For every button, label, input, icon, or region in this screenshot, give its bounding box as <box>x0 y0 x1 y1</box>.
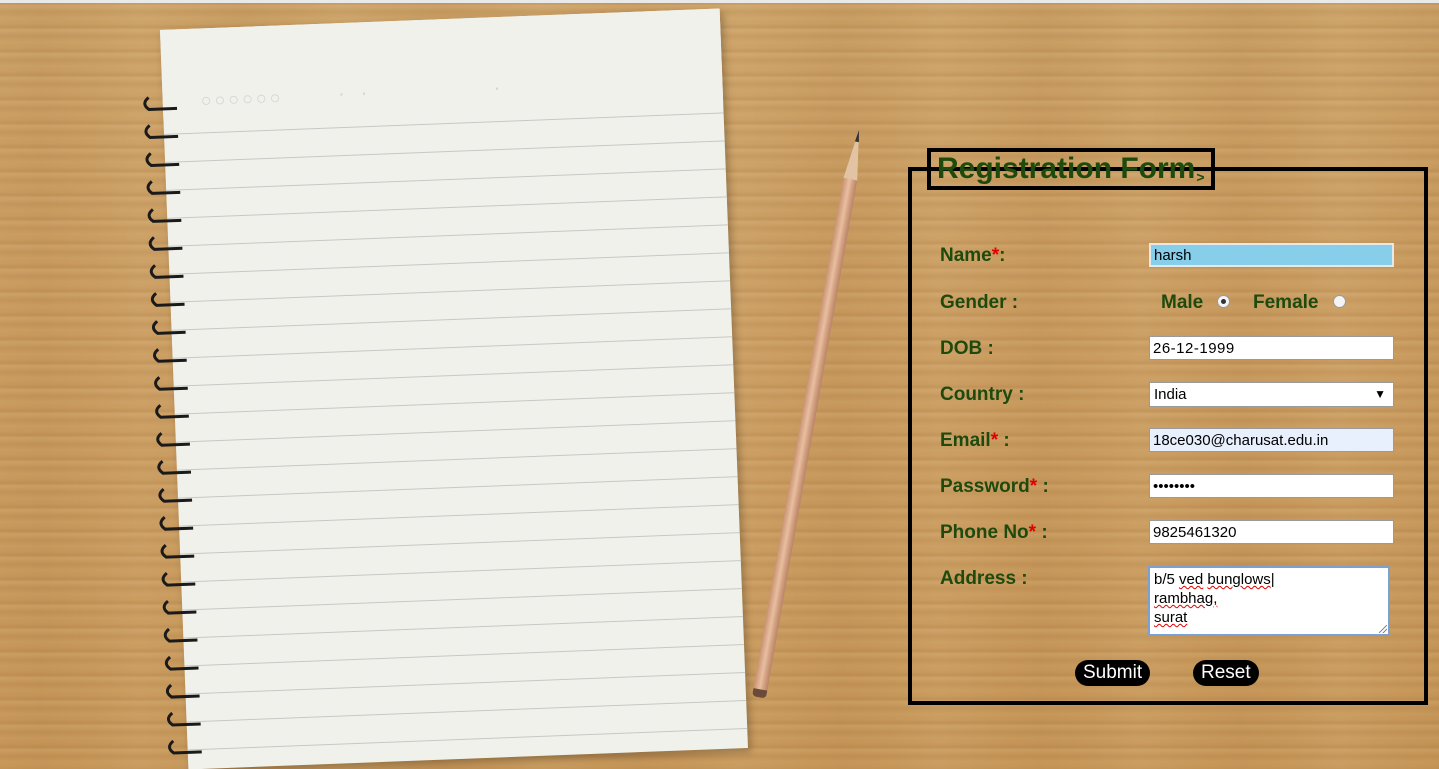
gender-option-female-label: Female <box>1253 292 1319 313</box>
password-input[interactable] <box>1149 474 1394 498</box>
email-input[interactable] <box>1149 428 1394 452</box>
address-label: Address : <box>940 568 1028 589</box>
submit-button[interactable]: Submit <box>1075 660 1151 686</box>
notebook-image: ○○○○○○ ‧ ‧ ‧ <box>143 8 748 769</box>
pencil-end <box>752 688 768 699</box>
gender-radio-female[interactable] <box>1333 295 1346 308</box>
address-line-1: b/5 ved bunglows| <box>1154 571 1275 588</box>
country-label: Country : <box>940 384 1025 405</box>
dob-label: DOB : <box>940 338 994 359</box>
required-mark: * <box>1028 522 1037 543</box>
gender-label: Gender : <box>940 292 1019 313</box>
country-selected-value: India <box>1154 386 1187 403</box>
email-label: Email* : <box>940 430 1010 451</box>
notebook-spiral <box>143 96 202 755</box>
window-top-edge <box>0 0 1439 3</box>
name-input[interactable] <box>1149 243 1394 267</box>
gender-radio-male[interactable] <box>1217 295 1230 308</box>
phone-label: Phone No* : <box>940 522 1048 543</box>
required-mark: * <box>990 430 999 451</box>
phone-input[interactable] <box>1149 520 1394 544</box>
form-legend: Registration Form> <box>927 148 1215 190</box>
gender-option-male-label: Male <box>1161 292 1204 313</box>
notebook-date-header: ○○○○○○ ‧ ‧ ‧ <box>200 80 504 113</box>
address-line-3: surat <box>1154 609 1188 626</box>
resize-handle-icon[interactable] <box>1379 625 1387 633</box>
legend-arrow-icon: > <box>1196 169 1205 185</box>
password-label: Password* : <box>940 476 1049 497</box>
name-label: Name*: <box>940 245 1006 266</box>
reset-button[interactable]: Reset <box>1193 660 1259 686</box>
pencil-image <box>751 128 866 703</box>
form-title: Registration Form <box>937 152 1196 185</box>
address-textarea[interactable]: b/5 ved bunglows| rambhag, surat <box>1148 566 1390 636</box>
address-line-2: rambhag, <box>1154 590 1218 607</box>
pencil-body <box>753 178 858 693</box>
country-select[interactable]: India ▼ <box>1149 382 1394 407</box>
dob-input[interactable] <box>1149 336 1394 360</box>
dropdown-arrow-icon: ▼ <box>1374 387 1386 401</box>
